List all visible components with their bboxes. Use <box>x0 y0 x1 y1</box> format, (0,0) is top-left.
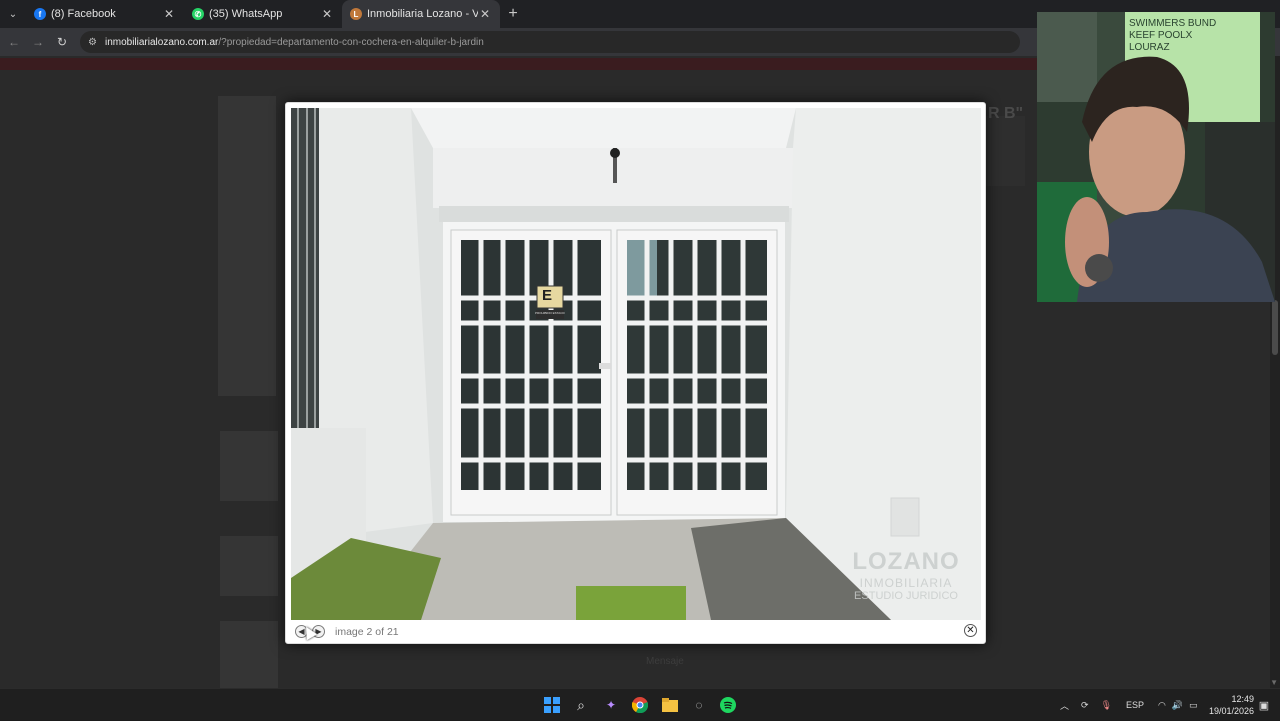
watermark-line: INMOBILIARIA <box>859 576 953 590</box>
facebook-icon: f <box>34 8 46 20</box>
photo-watermark: LOZANO INMOBILIARIA ESTUDIO JURIDICO <box>836 548 976 602</box>
sign-letter: E <box>542 287 553 304</box>
page-photo-thumbnail <box>220 536 278 596</box>
watermark-line: ESTUDIO JURIDICO <box>854 590 958 602</box>
tab-inmobiliaria-lozano[interactable]: L Inmobiliaria Lozano - Venta y A ✕ <box>342 0 500 28</box>
spotify-icon[interactable] <box>720 697 736 713</box>
back-arrow-icon[interactable]: ← <box>2 35 26 49</box>
tab-whatsapp[interactable]: ✆ (35) WhatsApp ✕ <box>184 0 342 28</box>
search-icon[interactable]: ⌕ <box>573 697 589 713</box>
site-info-icon[interactable]: ⚙ <box>88 37 97 48</box>
property-photo: E PROHIBIDO ESTACIONAR LOZANO INMOBILIAR… <box>291 108 981 620</box>
copilot-icon[interactable]: ✦ <box>603 697 619 713</box>
battery-icon[interactable]: ▭ <box>1189 700 1198 711</box>
watermark-brand: LOZANO <box>852 548 960 575</box>
url-host: inmobiliarialozano.com.ar <box>104 36 219 48</box>
photo-entrance-door <box>291 108 981 620</box>
tab-facebook[interactable]: f (8) Facebook ✕ <box>26 0 184 28</box>
windows-taskbar: ⌕ ✦ ◌ ︿ ⟳ 🎙 ESP ◠ 🔊 ▭ 12:49 19/01/2026 ▣ <box>0 688 1280 720</box>
notifications-icon[interactable]: ▣ <box>1256 697 1272 713</box>
webcam-wall-text: SWIMMERS BUND KEEF POOLX LOURAZ <box>1129 18 1216 54</box>
wall-text-line: SWIMMERS BUND <box>1129 18 1217 29</box>
clock-time: 12:49 <box>1231 694 1254 704</box>
clock-date: 19/01/2026 <box>1208 706 1254 716</box>
reload-icon[interactable]: ↻ <box>50 35 74 49</box>
taskbar-clock[interactable]: 12:49 19/01/2026 <box>1209 693 1254 717</box>
scroll-down-arrow-icon[interactable]: ▼ <box>1270 678 1278 687</box>
wall-text-line: KEEF POOLX <box>1129 30 1193 41</box>
tab-title: (35) WhatsApp <box>209 8 283 20</box>
sync-icon[interactable]: ⟳ <box>1081 700 1089 711</box>
file-explorer-icon[interactable] <box>662 697 678 713</box>
page-heading-fragment: R B" <box>988 105 1024 122</box>
webcam-overlay: SWIMMERS BUND KEEF POOLX LOURAZ <box>1037 12 1275 302</box>
volume-icon[interactable]: 🔊 <box>1172 700 1183 711</box>
address-bar[interactable]: ⚙ inmobiliarialozano.com.ar/?propiedad=d… <box>80 31 1020 53</box>
lozano-icon: L <box>350 8 362 20</box>
new-tab-button[interactable]: + <box>500 5 526 23</box>
sign-caption: PROHIBIDO ESTACIONAR <box>535 311 565 315</box>
wall-text-line: LOURAZ <box>1129 42 1170 53</box>
webcam-video <box>1037 12 1275 302</box>
whatsapp-icon: ✆ <box>192 8 204 20</box>
page-photo-thumbnail <box>218 96 276 396</box>
lightbox-close-button[interactable]: ✕ <box>964 624 977 637</box>
system-tray: ︿ ⟳ 🎙 ESP ◠ 🔊 ▭ <box>1060 689 1198 721</box>
tab-close-icon[interactable]: ✕ <box>478 7 492 21</box>
language-indicator[interactable]: ESP <box>1126 700 1144 710</box>
page-sidebar-block <box>985 116 1025 186</box>
url-path: /?propiedad=departamento-con-cochera-en-… <box>218 36 484 48</box>
microphone-icon[interactable]: 🎙 <box>1101 700 1112 711</box>
forward-arrow-icon[interactable]: → <box>26 35 50 49</box>
page-footer-fragment: Mensaje <box>646 656 684 667</box>
tray-overflow-chevron-icon[interactable]: ︿ <box>1060 699 1069 712</box>
image-lightbox: E PROHIBIDO ESTACIONAR LOZANO INMOBILIAR… <box>285 102 986 644</box>
wifi-icon[interactable]: ◠ <box>1158 700 1166 711</box>
image-counter: image 2 of 21 <box>335 625 399 638</box>
tab-title: (8) Facebook <box>51 8 116 20</box>
chrome-icon[interactable] <box>632 697 648 713</box>
page-photo-thumbnail <box>220 621 278 688</box>
lightbox-footer: ◀ ▶ image 2 of 21 ✕ <box>291 620 981 643</box>
tab-close-icon[interactable]: ✕ <box>320 7 334 21</box>
page-scrollbar-thumb[interactable] <box>1272 300 1278 355</box>
tab-title: Inmobiliaria Lozano - Venta y A <box>367 8 478 20</box>
app-icon-clock[interactable]: ◌ <box>691 697 707 713</box>
windows-start-icon[interactable] <box>544 697 560 713</box>
tab-search-chevron-icon[interactable]: ⌄ <box>0 0 26 28</box>
page-photo-thumbnail <box>220 431 278 501</box>
tab-close-icon[interactable]: ✕ <box>162 7 176 21</box>
